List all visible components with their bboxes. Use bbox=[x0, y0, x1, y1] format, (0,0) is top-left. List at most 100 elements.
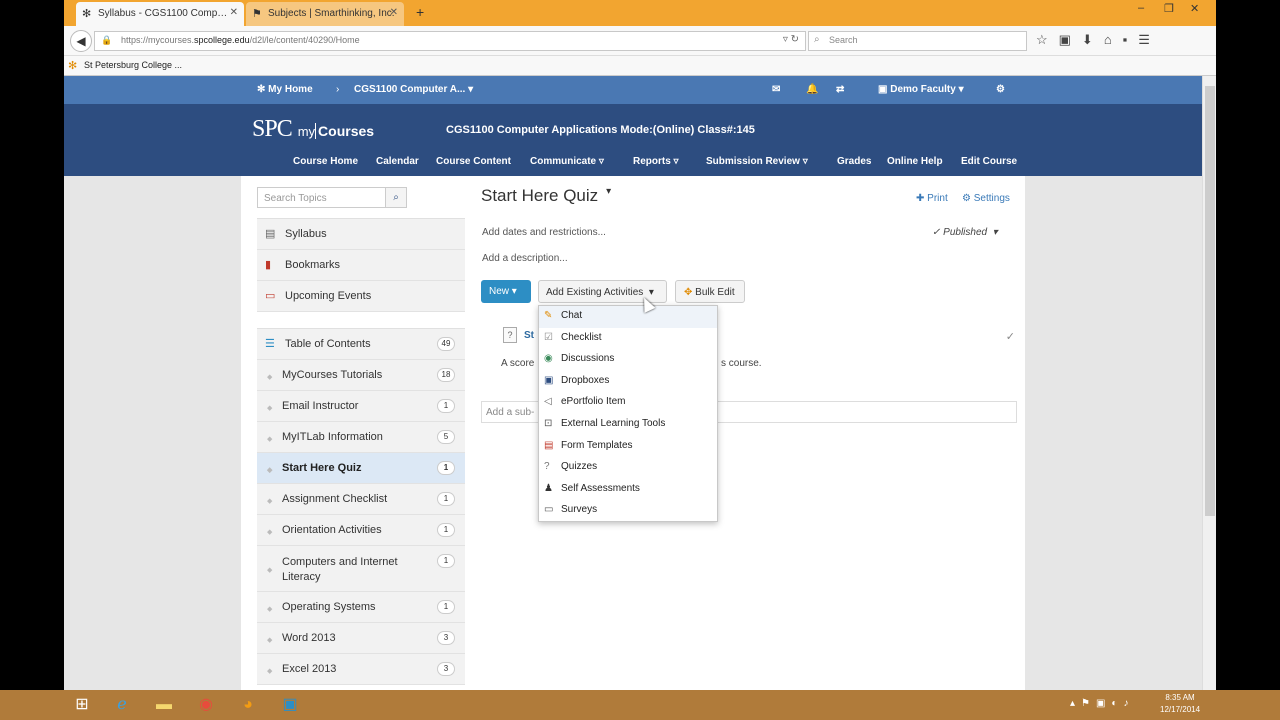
module-assignment-checklist[interactable]: ◆ Assignment Checklist 1 bbox=[257, 484, 465, 515]
bullet-icon: ◆ bbox=[267, 498, 273, 505]
new-button[interactable]: New ▾ bbox=[481, 280, 531, 303]
minimize-icon[interactable]: – bbox=[1138, 2, 1144, 14]
url-bar[interactable]: 🔒 https://mycourses.spcollege.edu/d2l/le… bbox=[94, 31, 806, 51]
module-email-instructor[interactable]: ◆ Email Instructor 1 bbox=[257, 391, 465, 422]
menu-item-quizzes[interactable]: ? Quizzes bbox=[539, 457, 717, 479]
nav-online-help[interactable]: Online Help bbox=[887, 156, 943, 167]
sidebar-item-label: Syllabus bbox=[285, 228, 327, 240]
update-alerts-icon[interactable]: ⇄ bbox=[836, 84, 844, 95]
calendar-icon: ▭ bbox=[265, 290, 276, 302]
sidebar-item-bookmarks[interactable]: ▮ Bookmarks bbox=[257, 250, 465, 281]
bullet-icon: ◆ bbox=[267, 467, 273, 474]
bulk-edit-icon: ✥ bbox=[684, 287, 693, 298]
windows-start-icon[interactable]: ⊞ bbox=[64, 693, 100, 717]
module-label: Word 2013 bbox=[282, 632, 336, 644]
menu-item-dropboxes[interactable]: ▣ Dropboxes bbox=[539, 371, 717, 393]
print-label: Print bbox=[927, 193, 948, 204]
self-assessment-icon: ♟ bbox=[544, 482, 553, 494]
menu-item-label: Chat bbox=[561, 310, 583, 321]
nav-grades[interactable]: Grades bbox=[837, 156, 871, 167]
nav-reports[interactable]: Reports ▿ bbox=[633, 156, 679, 167]
checkmark-icon: ✓ bbox=[1005, 331, 1015, 343]
module-operating-systems[interactable]: ◆ Operating Systems 1 bbox=[257, 592, 465, 623]
user-menu[interactable]: ▣ Demo Faculty ▾ bbox=[878, 84, 964, 95]
browser-nav-bar: ◀ 🔒 https://mycourses.spcollege.edu/d2l/… bbox=[64, 26, 1216, 56]
settings-label: Settings bbox=[973, 193, 1010, 204]
module-label: Orientation Activities bbox=[282, 524, 382, 536]
print-icon: ✚ bbox=[916, 193, 925, 204]
taskbar-clock[interactable]: 8:35 AM 12/17/2014 bbox=[1160, 692, 1200, 716]
page-scrollbar[interactable] bbox=[1202, 76, 1216, 690]
menu-item-label: Dropboxes bbox=[561, 374, 610, 386]
lync-icon[interactable]: ▣ bbox=[272, 693, 308, 717]
menu-item-surveys[interactable]: ▭ Surveys bbox=[539, 500, 717, 522]
print-link[interactable]: ✚ Print bbox=[916, 193, 948, 204]
scrollbar-thumb[interactable] bbox=[1205, 86, 1215, 516]
bulk-edit-button[interactable]: ✥ Bulk Edit bbox=[675, 280, 745, 303]
reload-icon[interactable]: ▿ ↻ bbox=[783, 34, 799, 45]
search-topics-input[interactable]: Search Topics ⌕ bbox=[257, 187, 407, 208]
nav-course-home[interactable]: Course Home bbox=[293, 156, 358, 167]
maximize-icon[interactable]: ❐ bbox=[1164, 2, 1174, 15]
sidebar-item-upcoming-events[interactable]: ▭ Upcoming Events bbox=[257, 281, 465, 312]
new-button-label: New bbox=[489, 286, 510, 297]
d2l-minibar: ✻ My Home › CGS1100 Computer A... ▾ ✉ 🔔 … bbox=[64, 76, 1202, 104]
my-home-link[interactable]: ✻ My Home bbox=[257, 84, 313, 95]
menu-item-checklist[interactable]: ☑ Checklist bbox=[539, 328, 717, 350]
spc-mycourses-logo[interactable]: SPC my Courses bbox=[252, 116, 375, 143]
menu-item-form-templates[interactable]: ▤ Form Templates bbox=[539, 436, 717, 458]
syllabus-icon: ▤ bbox=[265, 228, 276, 240]
toolbar-icons[interactable]: ☆▣⬇⌂▪☰ bbox=[1036, 32, 1161, 48]
menu-item-external-learning-tools[interactable]: ⊡ External Learning Tools bbox=[539, 414, 717, 436]
menu-item-self-assessments[interactable]: ♟ Self Assessments bbox=[539, 479, 717, 501]
menu-item-eportfolio-item[interactable]: ◁ ePortfolio Item bbox=[539, 392, 717, 414]
back-button[interactable]: ◀ bbox=[70, 30, 92, 52]
chrome-icon[interactable]: ◉ bbox=[188, 693, 224, 717]
nav-calendar[interactable]: Calendar bbox=[376, 156, 419, 167]
file-explorer-icon[interactable]: ▬ bbox=[146, 693, 182, 717]
bookmark-spc[interactable]: St Petersburg College ... bbox=[84, 60, 182, 70]
settings-gear-icon[interactable]: ⚙ bbox=[996, 84, 1005, 95]
module-label: Assignment Checklist bbox=[282, 493, 388, 505]
bookmarks-bar: ✻ St Petersburg College ... bbox=[64, 56, 1216, 76]
tab-syllabus[interactable]: ✻ Syllabus - CGS1100 Comp… ✕ bbox=[76, 2, 244, 26]
nav-course-content[interactable]: Course Content bbox=[436, 156, 511, 167]
menu-item-discussions[interactable]: ◉ Discussions bbox=[539, 349, 717, 371]
chevron-down-icon[interactable]: ▾ bbox=[606, 186, 611, 197]
module-label: MyITLab Information bbox=[282, 431, 383, 443]
add-description-link[interactable]: Add a description... bbox=[482, 253, 568, 264]
menu-item-chat[interactable]: ✎ Chat bbox=[539, 306, 717, 328]
topic-name[interactable]: St bbox=[524, 330, 534, 341]
gear-icon: ⚙ bbox=[962, 193, 971, 204]
tab-smarthinking[interactable]: ⚑ Subjects | Smarthinking, Inc. ✕ bbox=[246, 2, 404, 26]
nav-submission-review[interactable]: Submission Review ▿ bbox=[706, 156, 808, 167]
add-dates-link[interactable]: Add dates and restrictions... bbox=[482, 227, 606, 238]
nav-edit-course[interactable]: Edit Course bbox=[961, 156, 1017, 167]
module-start-here-quiz[interactable]: ◆ Start Here Quiz 1 bbox=[257, 453, 465, 484]
menu-item-label: Quizzes bbox=[561, 461, 598, 473]
window-frame-left bbox=[0, 0, 64, 690]
system-tray[interactable]: ▴⚑▣◐♪ bbox=[1070, 698, 1134, 709]
close-tab-icon[interactable]: ✕ bbox=[230, 7, 238, 18]
close-window-icon[interactable]: ✕ bbox=[1190, 2, 1199, 15]
module-mycourses-tutorials[interactable]: ◆ MyCourses Tutorials 18 bbox=[257, 360, 465, 391]
nav-communicate[interactable]: Communicate ▿ bbox=[530, 156, 604, 167]
new-tab-button[interactable]: + bbox=[416, 4, 424, 20]
firefox-icon[interactable]: ◕ bbox=[230, 693, 266, 717]
sidebar-item-syllabus[interactable]: ▤ Syllabus bbox=[257, 219, 465, 250]
module-word-2013[interactable]: ◆ Word 2013 3 bbox=[257, 623, 465, 654]
course-selector[interactable]: CGS1100 Computer A... ▾ bbox=[354, 84, 473, 95]
module-myitlab-information[interactable]: ◆ MyITLab Information 5 bbox=[257, 422, 465, 453]
module-computers-internet-literacy[interactable]: ◆ Computers and Internet Literacy 1 bbox=[257, 546, 465, 592]
message-alerts-icon[interactable]: ✉ bbox=[772, 84, 780, 95]
settings-link[interactable]: ⚙ Settings bbox=[962, 193, 1010, 204]
browser-search-input[interactable]: ⌕ Search bbox=[808, 31, 1027, 51]
search-icon[interactable]: ⌕ bbox=[385, 187, 407, 208]
subscription-alerts-icon[interactable]: 🔔 bbox=[806, 84, 818, 95]
module-orientation-activities[interactable]: ◆ Orientation Activities 1 bbox=[257, 515, 465, 546]
internet-explorer-icon[interactable]: ℯ bbox=[104, 693, 140, 717]
published-status-dropdown[interactable]: ✓ Published ▾ bbox=[932, 227, 998, 238]
close-tab-icon[interactable]: ✕ bbox=[390, 7, 398, 18]
toc-header[interactable]: ☰ Table of Contents 49 bbox=[257, 329, 465, 360]
module-excel-2013[interactable]: ◆ Excel 2013 3 bbox=[257, 654, 465, 685]
